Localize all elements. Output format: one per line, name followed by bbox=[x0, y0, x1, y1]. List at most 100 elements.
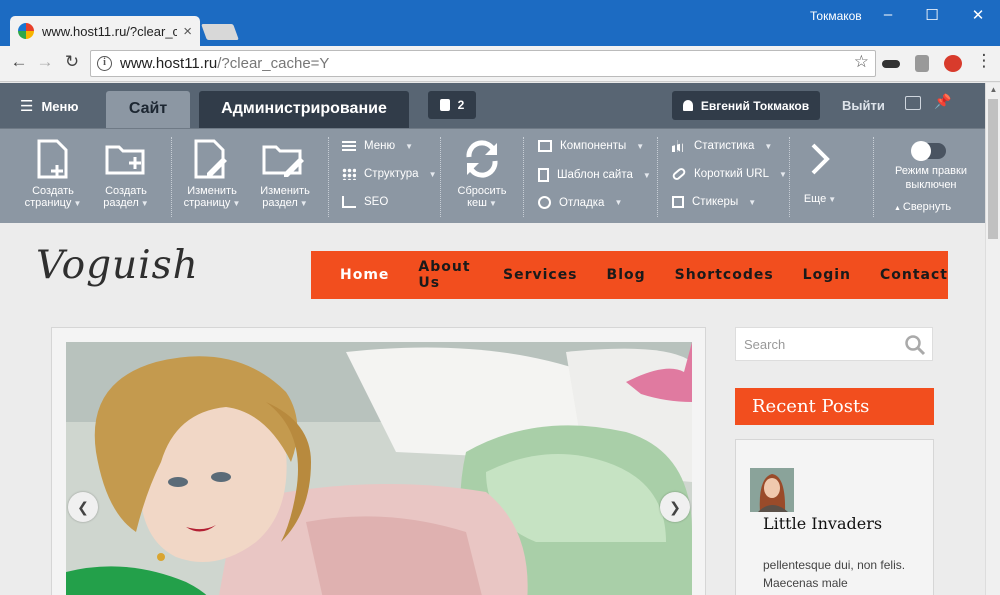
main-nav: Home About Us Services Blog Shortcodes L… bbox=[311, 251, 948, 299]
nav-item-about-us[interactable]: About Us bbox=[418, 259, 474, 291]
search-box[interactable]: Search bbox=[735, 327, 933, 361]
incognito-extension-icon[interactable] bbox=[882, 60, 900, 68]
slider-next-button[interactable]: ❯ bbox=[660, 492, 690, 522]
browser-toolbar: ← → ↻ i www.host11.ru/?clear_cache=Y ☆ ⋮ bbox=[0, 46, 1000, 82]
edit-folder-icon bbox=[262, 145, 304, 177]
admin-menu-button[interactable]: ☰ Меню bbox=[20, 97, 78, 115]
site-info-icon[interactable]: i bbox=[97, 56, 112, 71]
scroll-thumb[interactable] bbox=[988, 99, 998, 239]
components-label: Компоненты bbox=[560, 140, 627, 152]
admin-toolbar: Создать страницу ▼ Создать раздел ▼ Измени… bbox=[0, 128, 985, 223]
adblock-extension-icon[interactable] bbox=[944, 55, 962, 72]
tab-close-icon[interactable]: × bbox=[183, 23, 192, 40]
page-scrollbar[interactable]: ▲ bbox=[985, 83, 1000, 595]
chevron-right-icon bbox=[811, 143, 830, 175]
short-url-dropdown[interactable]: Короткий URL ▼ bbox=[671, 166, 787, 182]
bookmark-star-icon[interactable]: ☆ bbox=[854, 52, 869, 72]
nav-item-services[interactable]: Services bbox=[503, 267, 578, 283]
chart-line-icon bbox=[342, 196, 356, 208]
image-slider: ❮ ❯ bbox=[66, 342, 692, 595]
speedometer-icon bbox=[538, 196, 551, 209]
reset-cache-label-2: кеш bbox=[467, 197, 487, 209]
chevron-down-icon: ▼ bbox=[748, 197, 757, 207]
admin-topbar: ☰ Меню Сайт Администрирование 2 Евгений … bbox=[0, 83, 985, 128]
collapse-button[interactable]: ▲ Свернуть bbox=[894, 201, 951, 213]
notifications-button[interactable]: 2 bbox=[428, 91, 476, 119]
collapse-label: Свернуть bbox=[902, 201, 952, 213]
nav-item-login[interactable]: Login bbox=[803, 267, 851, 283]
menu-dropdown[interactable]: Меню ▼ bbox=[342, 140, 413, 152]
create-page-button[interactable]: Создать страницу ▼ bbox=[20, 139, 86, 210]
post-thumbnail[interactable] bbox=[750, 468, 794, 512]
nav-item-shortcodes[interactable]: Shortcodes bbox=[675, 267, 774, 283]
new-tab-button[interactable] bbox=[201, 24, 239, 40]
scroll-up-icon[interactable]: ▲ bbox=[986, 85, 1000, 94]
toolbar-divider bbox=[440, 137, 441, 217]
structure-dropdown[interactable]: Структура ▼ bbox=[342, 168, 436, 180]
slider-prev-button[interactable]: ❮ bbox=[68, 492, 98, 522]
reset-cache-button[interactable]: Сбросить кеш ▼ bbox=[448, 139, 516, 210]
edit-page-button[interactable]: Изменить страницу ▼ bbox=[179, 139, 245, 210]
site-template-dropdown[interactable]: Шаблон сайта ▼ bbox=[538, 168, 651, 182]
chevron-down-icon: ▼ bbox=[428, 169, 437, 179]
nav-item-home[interactable]: Home bbox=[340, 267, 389, 283]
site-logo[interactable]: Voguish bbox=[36, 243, 199, 288]
create-section-label-2: раздел bbox=[103, 197, 139, 209]
nav-item-contact[interactable]: Contact bbox=[880, 267, 948, 283]
stickers-dropdown[interactable]: Стикеры ▼ bbox=[672, 196, 756, 208]
new-page-icon bbox=[37, 139, 68, 179]
nav-item-blog[interactable]: Blog bbox=[607, 267, 646, 283]
grid-icon bbox=[342, 168, 356, 180]
edit-section-button[interactable]: Изменить раздел ▼ bbox=[252, 139, 318, 210]
url-path: /?clear_cache=Y bbox=[217, 55, 330, 72]
settings-window-icon[interactable] bbox=[905, 96, 921, 110]
seo-button[interactable]: SEO bbox=[342, 196, 388, 208]
browser-menu-icon[interactable]: ⋮ bbox=[973, 51, 995, 71]
reset-cache-label-1: Сбросить bbox=[457, 185, 507, 197]
search-input[interactable]: Search bbox=[744, 337, 785, 352]
create-section-button[interactable]: Создать раздел ▼ bbox=[93, 139, 159, 210]
maximize-icon[interactable]: ☐ bbox=[922, 6, 942, 24]
edit-page-label-2: страницу bbox=[183, 197, 231, 209]
minimize-icon[interactable]: – bbox=[878, 6, 898, 23]
toolbar-divider bbox=[657, 137, 658, 217]
notification-icon bbox=[439, 99, 450, 111]
chevron-down-icon: ▼ bbox=[232, 199, 241, 208]
link-icon bbox=[671, 166, 687, 182]
components-dropdown[interactable]: Компоненты ▼ bbox=[538, 140, 644, 152]
main-content: ❮ ❯ bbox=[51, 327, 706, 595]
edit-mode-toggle[interactable] bbox=[911, 141, 946, 161]
browser-tab[interactable]: www.host11.ru/?clear_cac × bbox=[10, 16, 200, 46]
component-icon bbox=[538, 140, 552, 152]
address-bar[interactable]: i www.host11.ru/?clear_cache=Y ☆ bbox=[90, 50, 876, 77]
statistics-dropdown[interactable]: Статистика ▼ bbox=[672, 140, 772, 152]
sticker-icon bbox=[672, 196, 684, 208]
triangle-up-icon: ▲ bbox=[894, 205, 903, 212]
chevron-down-icon: ▼ bbox=[140, 199, 149, 208]
back-icon[interactable]: ← bbox=[8, 52, 30, 72]
post-thumbnail-image bbox=[750, 468, 794, 512]
recent-post-title[interactable]: Little Invaders bbox=[763, 514, 913, 533]
more-button[interactable]: Еще ▼ bbox=[790, 139, 850, 206]
debug-dropdown[interactable]: Отладка ▼ bbox=[538, 196, 622, 209]
close-window-icon[interactable]: ✕ bbox=[968, 6, 988, 24]
reload-icon[interactable]: ↻ bbox=[61, 52, 83, 72]
chevron-down-icon: ▼ bbox=[778, 169, 787, 179]
forward-icon[interactable]: → bbox=[34, 52, 56, 72]
website: Voguish Home About Us Services Blog Shor… bbox=[0, 223, 985, 595]
toolbar-divider bbox=[873, 137, 874, 217]
window-profile-name[interactable]: Токмаков bbox=[810, 9, 862, 23]
tab-site[interactable]: Сайт bbox=[106, 91, 190, 128]
extension-icon[interactable] bbox=[915, 55, 929, 72]
chevron-down-icon: ▼ bbox=[642, 170, 651, 180]
site-template-label: Шаблон сайта bbox=[557, 169, 633, 181]
slide-photo bbox=[66, 342, 692, 595]
logout-link[interactable]: Выйти bbox=[842, 98, 885, 113]
pin-icon[interactable]: 📌 bbox=[934, 93, 951, 110]
toggle-knob bbox=[911, 141, 931, 161]
user-profile-button[interactable]: Евгений Токмаков bbox=[672, 91, 820, 120]
tab-administration[interactable]: Администрирование bbox=[199, 91, 409, 128]
search-icon[interactable] bbox=[904, 334, 926, 356]
user-icon bbox=[682, 100, 693, 111]
chevron-down-icon: ▼ bbox=[614, 198, 623, 207]
